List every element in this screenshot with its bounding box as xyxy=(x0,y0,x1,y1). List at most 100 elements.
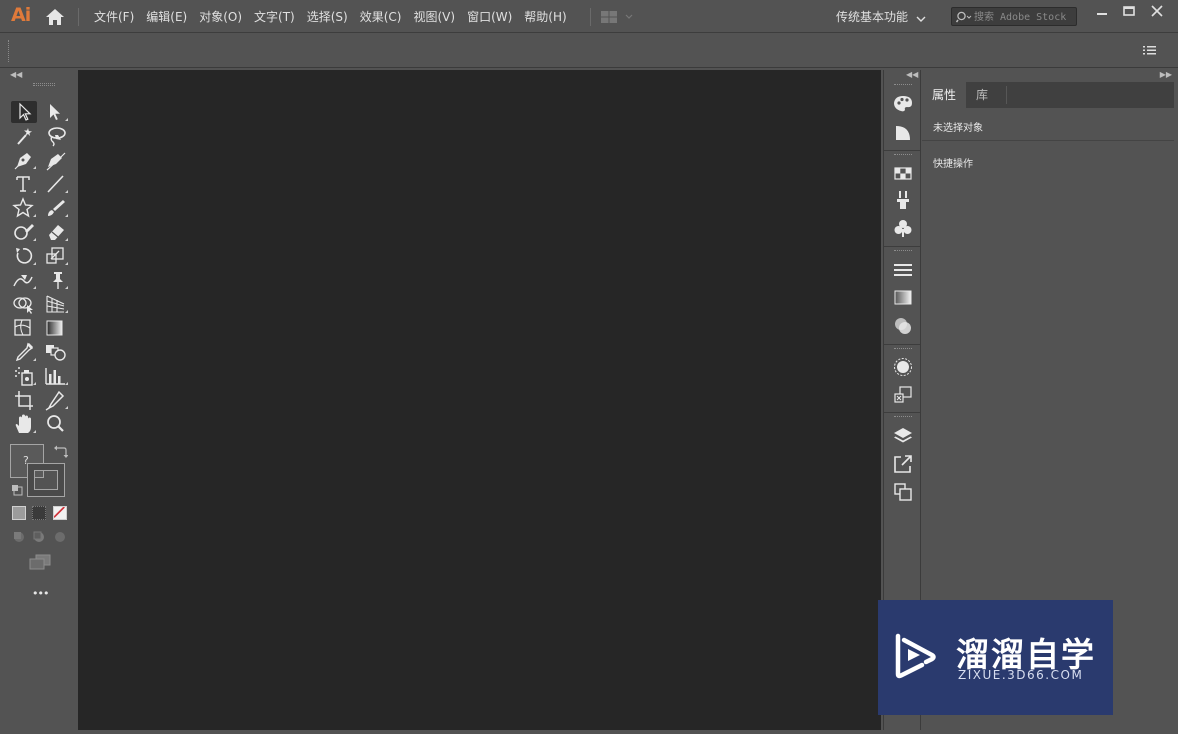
workspace-switcher[interactable]: 传统基本功能 xyxy=(836,8,908,25)
arrange-documents-icon[interactable] xyxy=(600,10,636,24)
symbols-icon[interactable] xyxy=(892,217,914,239)
divider xyxy=(884,412,920,413)
menu-file[interactable]: 文件(F) xyxy=(88,8,140,25)
swap-fill-stroke-icon[interactable] xyxy=(54,444,69,458)
menu-edit[interactable]: 编辑(E) xyxy=(140,8,193,25)
menu-select[interactable]: 选择(S) xyxy=(301,8,354,25)
stroke-swatch[interactable] xyxy=(27,463,65,497)
watermark-url: ZIXUE.3D66.COM xyxy=(958,668,1084,682)
menu-object[interactable]: 对象(O) xyxy=(193,8,248,25)
menu-help[interactable]: 帮助(H) xyxy=(518,8,572,25)
curvature-tool-icon[interactable] xyxy=(43,149,69,171)
scale-tool-icon[interactable] xyxy=(43,245,69,267)
perspective-grid-tool-icon[interactable] xyxy=(43,293,69,315)
paintbrush-tool-icon[interactable] xyxy=(43,197,69,219)
panel-grip[interactable] xyxy=(33,83,55,86)
divider xyxy=(922,140,1174,141)
home-icon[interactable] xyxy=(45,8,65,26)
panel-grip[interactable] xyxy=(894,416,912,419)
illustrator-logo: Ai xyxy=(11,4,31,26)
export-icon[interactable] xyxy=(892,453,914,475)
stroke-icon[interactable] xyxy=(892,259,914,281)
draw-behind-icon[interactable] xyxy=(32,530,46,544)
magic-wand-tool-icon[interactable] xyxy=(11,125,37,147)
appearance-icon[interactable] xyxy=(892,356,914,378)
selection-tool-icon[interactable] xyxy=(11,101,37,123)
control-bar xyxy=(0,34,1178,68)
panel-grip[interactable] xyxy=(894,250,912,253)
hand-tool-icon[interactable] xyxy=(11,413,37,435)
menu-view[interactable]: 视图(V) xyxy=(407,8,461,25)
swatches-icon[interactable] xyxy=(892,162,914,184)
document-canvas[interactable] xyxy=(78,70,881,730)
symbol-sprayer-tool-icon[interactable] xyxy=(11,365,37,387)
line-segment-tool-icon[interactable] xyxy=(43,173,69,195)
column-graph-tool-icon[interactable] xyxy=(43,365,69,387)
type-tool-icon[interactable] xyxy=(11,173,37,195)
panel-grip[interactable] xyxy=(894,348,912,351)
draw-inside-icon[interactable] xyxy=(53,530,67,544)
panel-header: ▶▶ xyxy=(922,70,1178,82)
maximize-icon[interactable] xyxy=(1118,3,1140,21)
panel-grip[interactable] xyxy=(894,154,912,157)
color-mode-icon[interactable] xyxy=(12,506,26,520)
eraser-tool-icon[interactable] xyxy=(43,221,69,243)
eyedropper-tool-icon[interactable] xyxy=(11,341,37,363)
shape-builder-tool-icon[interactable] xyxy=(11,293,37,315)
quick-actions-heading: 快捷操作 xyxy=(933,159,973,170)
menu-type[interactable]: 文字(T) xyxy=(248,8,301,25)
transparency-icon[interactable] xyxy=(892,315,914,337)
watermark: 溜溜自学 ZIXUE.3D66.COM xyxy=(878,600,1113,715)
screen-mode-icon[interactable] xyxy=(28,554,52,570)
draw-normal-icon[interactable] xyxy=(12,530,26,544)
puppet-warp-tool-icon[interactable] xyxy=(43,269,69,291)
rotate-tool-icon[interactable] xyxy=(11,245,37,267)
panel-menu-icon[interactable] xyxy=(1143,44,1157,56)
blend-tool-icon[interactable] xyxy=(43,341,69,363)
width-tool-icon[interactable] xyxy=(11,269,37,291)
none-mode-icon[interactable] xyxy=(53,506,67,520)
slice-tool-icon[interactable] xyxy=(43,389,69,411)
drag-grip[interactable] xyxy=(8,40,12,62)
default-fill-stroke-icon[interactable] xyxy=(11,484,23,496)
zoom-tool-icon[interactable] xyxy=(43,413,69,435)
main-menu: 文件(F) 编辑(E) 对象(O) 文字(T) 选择(S) 效果(C) 视图(V… xyxy=(88,0,573,33)
no-selection-label: 未选择对象 xyxy=(933,123,983,134)
artboard-tool-icon[interactable] xyxy=(11,389,37,411)
pen-tool-icon[interactable] xyxy=(11,149,37,171)
gradient-icon[interactable] xyxy=(892,287,914,309)
expand-arrows-icon[interactable]: ▶▶ xyxy=(1160,70,1172,79)
tab-libraries[interactable]: 库 xyxy=(966,82,998,108)
minimize-icon[interactable] xyxy=(1091,3,1113,21)
collapse-arrows-icon[interactable]: ◀◀ xyxy=(906,70,918,79)
star-tool-icon[interactable] xyxy=(11,197,37,219)
play-logo-icon xyxy=(890,630,940,680)
layers-icon[interactable] xyxy=(892,425,914,447)
color-icon[interactable] xyxy=(892,121,914,143)
search-input[interactable] xyxy=(974,9,1074,25)
edit-toolbar-button[interactable]: ••• xyxy=(32,587,49,600)
tab-properties[interactable]: 属性 xyxy=(922,82,967,108)
gradient-tool-icon[interactable] xyxy=(43,317,69,339)
divider xyxy=(884,246,920,247)
gradient-mode-icon[interactable] xyxy=(32,506,46,520)
panel-grip[interactable] xyxy=(894,84,912,87)
divider xyxy=(1006,86,1007,104)
collapse-arrows-icon[interactable]: ◀◀ xyxy=(10,70,22,79)
stock-search[interactable] xyxy=(951,7,1077,26)
brushes-icon[interactable] xyxy=(892,189,914,211)
search-icon xyxy=(955,11,972,23)
lasso-tool-icon[interactable] xyxy=(43,125,69,147)
direct-selection-tool-icon[interactable] xyxy=(43,101,69,123)
close-icon[interactable] xyxy=(1146,3,1168,21)
shaper-tool-icon[interactable] xyxy=(11,221,37,243)
divider xyxy=(590,8,591,26)
chevron-down-icon[interactable] xyxy=(916,12,926,22)
mesh-tool-icon[interactable] xyxy=(11,317,37,339)
menu-effect[interactable]: 效果(C) xyxy=(354,8,408,25)
graphic-styles-icon[interactable] xyxy=(892,384,914,406)
panel-tabs: 属性 库 xyxy=(922,82,1174,108)
color-guide-icon[interactable] xyxy=(892,92,914,114)
menu-window[interactable]: 窗口(W) xyxy=(461,8,518,25)
artboards-icon[interactable] xyxy=(892,481,914,503)
